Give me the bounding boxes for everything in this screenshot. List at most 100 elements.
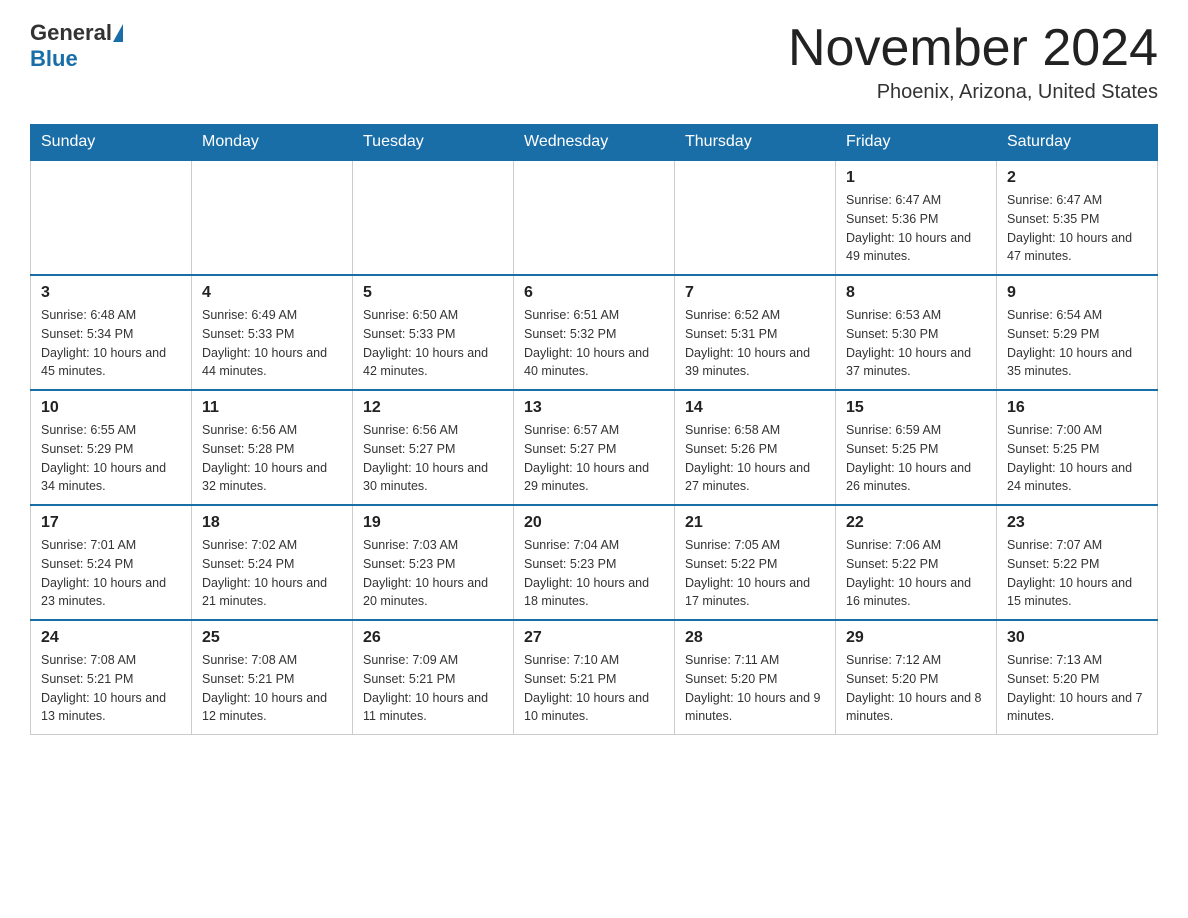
day-number: 4: [202, 284, 342, 302]
day-info: Sunrise: 7:11 AM Sunset: 5:20 PM Dayligh…: [685, 651, 825, 726]
day-number: 30: [1007, 629, 1147, 647]
day-info: Sunrise: 7:09 AM Sunset: 5:21 PM Dayligh…: [363, 651, 503, 726]
day-number: 8: [846, 284, 986, 302]
day-number: 11: [202, 399, 342, 417]
day-number: 29: [846, 629, 986, 647]
calendar-day-cell: 16Sunrise: 7:00 AM Sunset: 5:25 PM Dayli…: [997, 390, 1158, 505]
calendar-week-row: 10 Sunrise: 6:55 AM Sunset: 5:29 PM Dayli…: [31, 390, 1158, 505]
day-number: 10: [41, 399, 181, 417]
day-of-week-header: Wednesday: [514, 125, 675, 161]
day-number: 19: [363, 514, 503, 532]
calendar-day-cell: 1Sunrise: 6:47 AM Sunset: 5:36 PM Daylig…: [836, 160, 997, 275]
day-info: Sunrise: 6:55 AM Sunset: 5:29 PM Dayligh…: [41, 421, 181, 496]
day-number: 13: [524, 399, 664, 417]
day-of-week-header: Tuesday: [353, 125, 514, 161]
day-info: Sunrise: 7:04 AM Sunset: 5:23 PM Dayligh…: [524, 536, 664, 611]
day-number: 15: [846, 399, 986, 417]
calendar-table: SundayMondayTuesdayWednesdayThursdayFrid…: [30, 124, 1158, 735]
calendar-day-cell: 4 Sunrise: 6:49 AM Sunset: 5:33 PM Daylig…: [192, 275, 353, 390]
day-number: 24: [41, 629, 181, 647]
calendar-day-cell: 5 Sunrise: 6:50 AM Sunset: 5:33 PM Daylig…: [353, 275, 514, 390]
day-info: Sunrise: 6:58 AM Sunset: 5:26 PM Dayligh…: [685, 421, 825, 496]
day-info: Sunrise: 6:59 AM Sunset: 5:25 PM Dayligh…: [846, 421, 986, 496]
calendar-day-cell: 23 Sunrise: 7:07 AM Sunset: 5:22 PM Dayli…: [997, 505, 1158, 620]
calendar-day-cell: 6 Sunrise: 6:51 AM Sunset: 5:32 PM Daylig…: [514, 275, 675, 390]
day-of-week-header: Thursday: [675, 125, 836, 161]
calendar-day-cell: [675, 160, 836, 275]
day-number: 20: [524, 514, 664, 532]
day-info: Sunrise: 6:51 AM Sunset: 5:32 PM Dayligh…: [524, 306, 664, 381]
calendar-day-cell: 11 Sunrise: 6:56 AM Sunset: 5:28 PM Dayli…: [192, 390, 353, 505]
calendar-day-cell: 28Sunrise: 7:11 AM Sunset: 5:20 PM Dayli…: [675, 620, 836, 735]
calendar-day-cell: 7 Sunrise: 6:52 AM Sunset: 5:31 PM Daylig…: [675, 275, 836, 390]
calendar-day-cell: 15 Sunrise: 6:59 AM Sunset: 5:25 PM Dayli…: [836, 390, 997, 505]
day-number: 2: [1007, 169, 1147, 187]
day-info: Sunrise: 6:50 AM Sunset: 5:33 PM Dayligh…: [363, 306, 503, 381]
calendar-day-cell: 18Sunrise: 7:02 AM Sunset: 5:24 PM Dayli…: [192, 505, 353, 620]
calendar-day-cell: 2 Sunrise: 6:47 AM Sunset: 5:35 PM Daylig…: [997, 160, 1158, 275]
calendar-day-cell: 17Sunrise: 7:01 AM Sunset: 5:24 PM Dayli…: [31, 505, 192, 620]
day-info: Sunrise: 7:05 AM Sunset: 5:22 PM Dayligh…: [685, 536, 825, 611]
day-of-week-header: Sunday: [31, 125, 192, 161]
calendar-day-cell: [192, 160, 353, 275]
calendar-day-cell: 21Sunrise: 7:05 AM Sunset: 5:22 PM Dayli…: [675, 505, 836, 620]
calendar-day-cell: [353, 160, 514, 275]
day-of-week-header: Saturday: [997, 125, 1158, 161]
calendar-day-cell: 25 Sunrise: 7:08 AM Sunset: 5:21 PM Dayli…: [192, 620, 353, 735]
day-number: 26: [363, 629, 503, 647]
calendar-day-cell: 12 Sunrise: 6:56 AM Sunset: 5:27 PM Dayli…: [353, 390, 514, 505]
day-number: 23: [1007, 514, 1147, 532]
day-info: Sunrise: 7:08 AM Sunset: 5:21 PM Dayligh…: [41, 651, 181, 726]
day-number: 7: [685, 284, 825, 302]
day-number: 22: [846, 514, 986, 532]
calendar-day-cell: 3 Sunrise: 6:48 AM Sunset: 5:34 PM Daylig…: [31, 275, 192, 390]
logo: General Blue: [30, 20, 124, 72]
calendar-day-cell: [31, 160, 192, 275]
location-text: Phoenix, Arizona, United States: [788, 81, 1158, 104]
calendar-day-cell: 20 Sunrise: 7:04 AM Sunset: 5:23 PM Dayli…: [514, 505, 675, 620]
day-info: Sunrise: 6:47 AM Sunset: 5:35 PM Dayligh…: [1007, 191, 1147, 266]
calendar-week-row: 24 Sunrise: 7:08 AM Sunset: 5:21 PM Dayli…: [31, 620, 1158, 735]
logo-blue-text: Blue: [30, 46, 78, 71]
day-info: Sunrise: 6:48 AM Sunset: 5:34 PM Dayligh…: [41, 306, 181, 381]
calendar-day-cell: 9Sunrise: 6:54 AM Sunset: 5:29 PM Daylig…: [997, 275, 1158, 390]
title-block: November 2024 Phoenix, Arizona, United S…: [788, 20, 1158, 104]
day-info: Sunrise: 7:08 AM Sunset: 5:21 PM Dayligh…: [202, 651, 342, 726]
day-number: 12: [363, 399, 503, 417]
calendar-day-cell: 10 Sunrise: 6:55 AM Sunset: 5:29 PM Dayli…: [31, 390, 192, 505]
day-info: Sunrise: 7:00 AM Sunset: 5:25 PM Dayligh…: [1007, 421, 1147, 496]
calendar-day-cell: [514, 160, 675, 275]
day-info: Sunrise: 7:02 AM Sunset: 5:24 PM Dayligh…: [202, 536, 342, 611]
day-number: 14: [685, 399, 825, 417]
calendar-week-row: 17Sunrise: 7:01 AM Sunset: 5:24 PM Dayli…: [31, 505, 1158, 620]
day-number: 27: [524, 629, 664, 647]
day-number: 5: [363, 284, 503, 302]
day-info: Sunrise: 6:54 AM Sunset: 5:29 PM Dayligh…: [1007, 306, 1147, 381]
day-info: Sunrise: 6:49 AM Sunset: 5:33 PM Dayligh…: [202, 306, 342, 381]
logo-general-text: General: [30, 20, 112, 46]
calendar-day-cell: 14 Sunrise: 6:58 AM Sunset: 5:26 PM Dayli…: [675, 390, 836, 505]
day-number: 17: [41, 514, 181, 532]
calendar-day-cell: 29 Sunrise: 7:12 AM Sunset: 5:20 PM Dayli…: [836, 620, 997, 735]
day-info: Sunrise: 7:07 AM Sunset: 5:22 PM Dayligh…: [1007, 536, 1147, 611]
day-info: Sunrise: 6:56 AM Sunset: 5:28 PM Dayligh…: [202, 421, 342, 496]
day-of-week-header: Monday: [192, 125, 353, 161]
day-number: 1: [846, 169, 986, 187]
day-number: 6: [524, 284, 664, 302]
logo-triangle-icon: [113, 24, 123, 42]
day-info: Sunrise: 7:13 AM Sunset: 5:20 PM Dayligh…: [1007, 651, 1147, 726]
calendar-day-cell: 27Sunrise: 7:10 AM Sunset: 5:21 PM Dayli…: [514, 620, 675, 735]
day-info: Sunrise: 6:56 AM Sunset: 5:27 PM Dayligh…: [363, 421, 503, 496]
day-number: 3: [41, 284, 181, 302]
calendar-day-cell: 30 Sunrise: 7:13 AM Sunset: 5:20 PM Dayli…: [997, 620, 1158, 735]
day-of-week-header: Friday: [836, 125, 997, 161]
day-info: Sunrise: 7:12 AM Sunset: 5:20 PM Dayligh…: [846, 651, 986, 726]
calendar-day-cell: 26 Sunrise: 7:09 AM Sunset: 5:21 PM Dayli…: [353, 620, 514, 735]
day-info: Sunrise: 6:52 AM Sunset: 5:31 PM Dayligh…: [685, 306, 825, 381]
calendar-header-row: SundayMondayTuesdayWednesdayThursdayFrid…: [31, 125, 1158, 161]
page-header: General Blue November 2024 Phoenix, Ariz…: [30, 20, 1158, 104]
day-number: 25: [202, 629, 342, 647]
calendar-day-cell: 19Sunrise: 7:03 AM Sunset: 5:23 PM Dayli…: [353, 505, 514, 620]
calendar-week-row: 1Sunrise: 6:47 AM Sunset: 5:36 PM Daylig…: [31, 160, 1158, 275]
day-info: Sunrise: 7:06 AM Sunset: 5:22 PM Dayligh…: [846, 536, 986, 611]
